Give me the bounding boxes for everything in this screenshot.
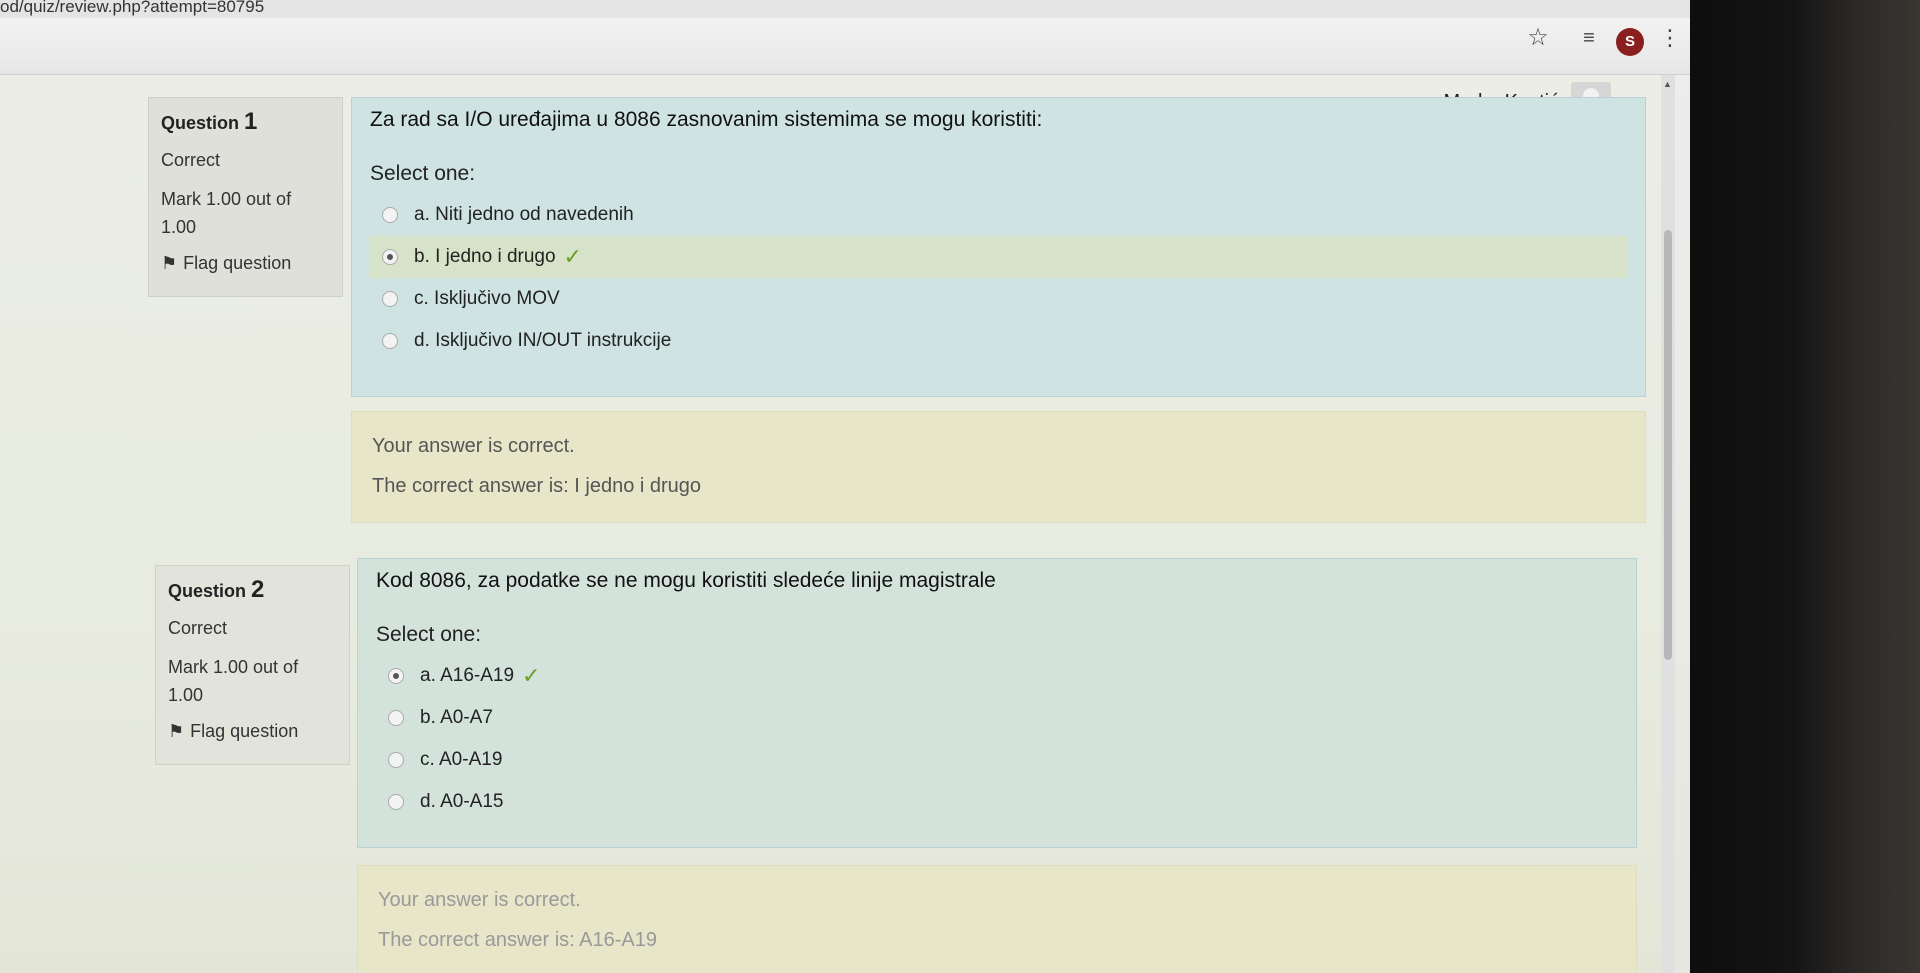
radio-button-checked[interactable] [382,249,398,265]
answer-label: c. Isključivo MOV [414,288,560,309]
question-label: Question [168,581,247,601]
flag-icon: ⚑ [168,721,185,741]
question-label: Question [161,113,240,133]
grade-text: Mark 1.00 out of [161,189,292,209]
question-number: Question 1 [161,108,330,136]
correct-check-icon: ✓ [563,244,582,269]
answer-label: a. A16-A19 [420,665,515,686]
question-formulation: Kod 8086, za podatke se ne mogu koristit… [357,558,1637,848]
question-num: 2 [251,576,265,603]
scrollbar-thumb[interactable] [1664,230,1672,660]
answer-option[interactable]: c. A0-A19 [376,739,1618,781]
answer-label: a. Niti jedno od navedenih [414,204,634,225]
specific-feedback: Your answer is correct. [378,889,581,911]
correct-check-icon: ✓ [522,663,541,688]
browser-toolbar: ☆ ≡ S ⋮ [0,18,1690,75]
flag-label: Flag question [190,721,299,741]
scroll-up-arrow-icon[interactable]: ▲ [1663,79,1672,89]
question-state: Correct [161,150,221,170]
address-bar[interactable]: od/quiz/review.php?attempt=80795 [0,0,1690,18]
answer-label: b. I jedno i drugo [414,246,556,267]
answer-option[interactable]: d. A0-A15 [376,781,1618,823]
answer-label: d. Isključivo IN/OUT instrukcije [414,330,672,351]
question-outcome: Your answer is correct. The correct answ… [357,865,1637,973]
flag-label: Flag question [183,253,292,273]
radio-button[interactable] [388,794,404,810]
extension-icon[interactable]: S [1616,28,1644,56]
question-info: Question 2 Correct Mark 1.00 out of 1.00… [155,565,350,765]
question-formulation: Za rad sa I/O uređajima u 8086 zasnovani… [351,97,1646,397]
grade-text: Mark 1.00 out of [168,657,299,677]
quiz-review-page: Marko Kostić ▼ Question 1 Correct Mark 1… [0,75,1675,973]
right-answer: The correct answer is: I jedno i drugo [372,475,702,497]
radio-button-checked[interactable] [388,668,404,684]
page-scrollbar[interactable]: ▲ [1661,75,1675,973]
radio-button[interactable] [388,752,404,768]
kebab-menu-icon[interactable]: ⋮ [1656,26,1684,54]
answer-option[interactable]: a. Niti jedno od navedenih [370,194,1627,236]
answer-option-selected[interactable]: a. A16-A19 ✓ [376,655,1618,697]
right-answer: The correct answer is: A16-A19 [378,929,658,951]
browser-window: od/quiz/review.php?attempt=80795 ☆ ≡ S ⋮… [0,0,1690,973]
url-text[interactable]: od/quiz/review.php?attempt=80795 [0,0,264,17]
answer-option-selected[interactable]: b. I jedno i drugo ✓ [370,236,1627,278]
question-text: Kod 8086, za podatke se ne mogu koristit… [376,569,996,592]
question-grade: Mark 1.00 out of 1.00 [161,185,330,241]
question-outcome: Your answer is correct. The correct answ… [351,411,1646,523]
bookmark-star-icon[interactable]: ☆ [1524,26,1552,54]
question-info: Question 1 Correct Mark 1.00 out of 1.00… [148,97,343,297]
radio-button[interactable] [388,710,404,726]
flag-question-link[interactable]: ⚑ Flag question [161,253,330,274]
question-num: 1 [244,108,258,135]
reading-list-icon[interactable]: ≡ [1575,26,1603,54]
monitor-bezel [1690,0,1920,973]
answer-option[interactable]: d. Isključivo IN/OUT instrukcije [370,320,1627,362]
flag-icon: ⚑ [161,253,178,273]
question-text: Za rad sa I/O uređajima u 8086 zasnovani… [370,108,1043,131]
question-state: Correct [168,618,228,638]
radio-button[interactable] [382,333,398,349]
question-grade: Mark 1.00 out of 1.00 [168,653,337,709]
grade-max: 1.00 [161,217,197,237]
answer-option[interactable]: b. A0-A7 [376,697,1618,739]
radio-button[interactable] [382,207,398,223]
flag-question-link[interactable]: ⚑ Flag question [168,721,337,742]
answer-option[interactable]: c. Isključivo MOV [370,278,1627,320]
specific-feedback: Your answer is correct. [372,435,575,457]
answer-label: d. A0-A15 [420,791,504,812]
grade-max: 1.00 [168,685,204,705]
select-one-prompt: Select one: [370,162,476,185]
question-number: Question 2 [168,576,337,604]
radio-button[interactable] [382,291,398,307]
answer-label: b. A0-A7 [420,707,493,728]
answer-label: c. A0-A19 [420,749,503,770]
select-one-prompt: Select one: [376,623,482,646]
